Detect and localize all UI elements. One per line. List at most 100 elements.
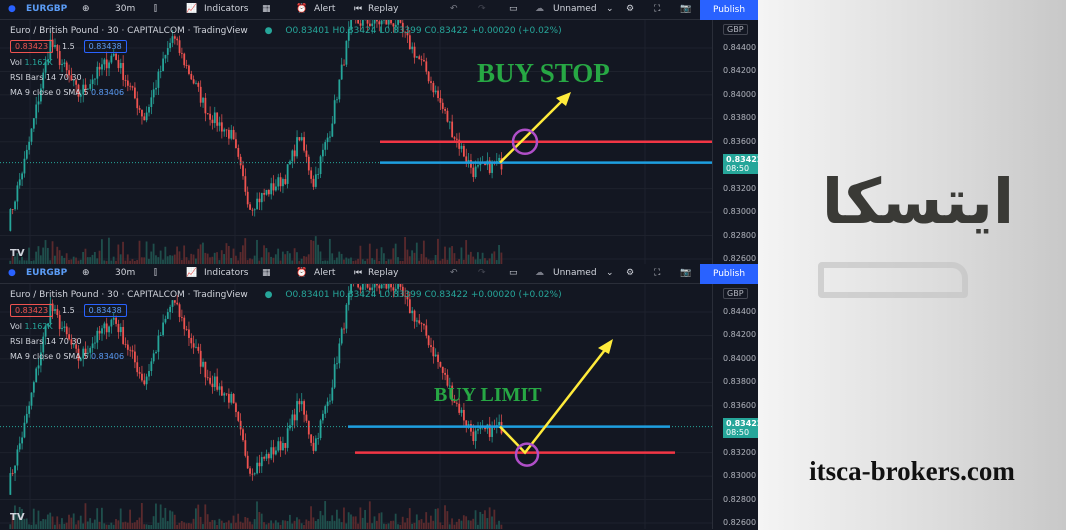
currency-select[interactable]: GBP [723, 288, 748, 299]
candle [474, 166, 477, 178]
replay-button[interactable]: Replay [368, 268, 398, 278]
candle [444, 108, 446, 111]
layout-icon[interactable]: ▭ [509, 268, 518, 278]
volume-bar [281, 251, 284, 265]
volume-bar [338, 518, 341, 529]
volume-bar [401, 516, 404, 529]
interval-button[interactable]: 30m [115, 4, 135, 14]
candle [11, 473, 14, 474]
replay-button[interactable]: Replay [368, 4, 398, 14]
top-toolbar: ● EURGBP ⊕ 30m ⫿ 📈 Indicators ▦ ⏰ Alert … [0, 0, 758, 20]
candle [357, 20, 360, 24]
add-symbol-icon[interactable]: ⊕ [82, 268, 90, 278]
candle [209, 377, 211, 384]
candle [138, 108, 141, 110]
candle [453, 137, 456, 139]
gear-icon[interactable]: ⚙ [626, 268, 634, 278]
volume-bar [91, 523, 94, 529]
candle [237, 411, 240, 421]
buy-button[interactable]: 0.83438 [83, 40, 127, 53]
volume-bar [239, 521, 242, 529]
undo-icon[interactable]: ↶ [450, 4, 458, 14]
volume-bar [145, 241, 148, 265]
camera-icon[interactable]: 📷 [680, 268, 691, 278]
publish-button[interactable]: Publish [700, 0, 758, 20]
buy-button[interactable]: 0.83438 [83, 304, 127, 317]
chevron-down-icon[interactable]: ⌄ [606, 268, 614, 278]
camera-icon[interactable]: 📷 [680, 4, 691, 14]
currency-select[interactable]: GBP [723, 24, 748, 35]
candle [312, 442, 315, 451]
volume-bar [425, 512, 428, 529]
chevron-down-icon[interactable]: ⌄ [606, 4, 614, 14]
interval-button[interactable]: 30m [115, 268, 135, 278]
gear-icon[interactable]: ⚙ [626, 4, 634, 14]
undo-icon[interactable]: ↶ [450, 268, 458, 278]
candle [272, 183, 275, 191]
volume-bar [213, 520, 216, 529]
redo-icon[interactable]: ↷ [478, 4, 486, 14]
volume-bar [51, 241, 54, 265]
alert-button[interactable]: Alert [314, 4, 335, 14]
fullscreen-icon[interactable]: ⛶ [654, 4, 660, 14]
price-tick: 0.84200 [723, 66, 757, 76]
templates-icon[interactable]: ▦ [262, 268, 271, 278]
volume-bar [279, 524, 282, 529]
volume-bar [364, 509, 366, 529]
volume-bar [498, 520, 500, 529]
volume-bar [354, 516, 357, 529]
volume-bar [305, 519, 308, 529]
volume-bar [481, 513, 484, 529]
volume-bar [296, 517, 298, 529]
candle [16, 185, 19, 202]
publish-button[interactable]: Publish [700, 264, 758, 284]
candle [145, 112, 148, 121]
candle [230, 129, 233, 139]
price-axis[interactable]: GBP 0.84400 0.84200 0.84000 0.83800 0.83600 0… [712, 284, 758, 529]
candle [279, 441, 282, 451]
symbol-button[interactable]: EURGBP [26, 4, 67, 14]
volume-bar [28, 247, 30, 265]
volume-bar [277, 522, 280, 529]
ma-label: MA 9 close 0 SMA 5 [10, 88, 89, 97]
volume-bar [39, 521, 42, 529]
ma-value: 0.83406 [90, 88, 125, 97]
candle [286, 428, 289, 448]
candle [249, 468, 251, 474]
volume-bar [117, 244, 120, 265]
layout-name-button[interactable]: Unnamed [553, 268, 597, 278]
sell-button[interactable]: 0.83423 [10, 304, 54, 317]
candle [230, 393, 233, 403]
candle [272, 447, 275, 455]
templates-icon[interactable]: ▦ [262, 4, 271, 14]
layout-name-button[interactable]: Unnamed [553, 4, 597, 14]
volume-bar [331, 515, 334, 529]
volume-bar [89, 518, 92, 529]
candle [463, 409, 465, 421]
volume-bar [326, 520, 329, 529]
candle [148, 107, 150, 113]
price-tick: 0.83000 [723, 471, 757, 481]
alert-button[interactable]: Alert [314, 268, 335, 278]
volume-bar [157, 522, 160, 529]
candle [477, 165, 479, 167]
indicators-button[interactable]: Indicators [204, 4, 248, 14]
sell-button[interactable]: 0.83423 [10, 40, 54, 53]
candle [376, 284, 378, 286]
chart-title: Euro / British Pound · 30 · CAPITALCOM ·… [10, 26, 248, 36]
layout-icon[interactable]: ▭ [509, 4, 518, 14]
indicators-button[interactable]: Indicators [204, 268, 248, 278]
volume-bar [375, 520, 378, 529]
volume-bar [368, 243, 371, 265]
volume-bar [216, 524, 218, 529]
redo-icon[interactable]: ↷ [478, 268, 486, 278]
volume-bar [493, 251, 496, 265]
volume-bar [176, 246, 178, 265]
fullscreen-icon[interactable]: ⛶ [654, 268, 660, 278]
candle-type-icon[interactable]: ⫿ [154, 4, 157, 14]
price-axis[interactable]: GBP 0.84400 0.84200 0.84000 0.83800 0.83600 0… [712, 20, 758, 265]
candle-type-icon[interactable]: ⫿ [154, 268, 157, 278]
symbol-button[interactable]: EURGBP [26, 268, 67, 278]
volume-bar [51, 516, 54, 529]
add-symbol-icon[interactable]: ⊕ [82, 4, 90, 14]
